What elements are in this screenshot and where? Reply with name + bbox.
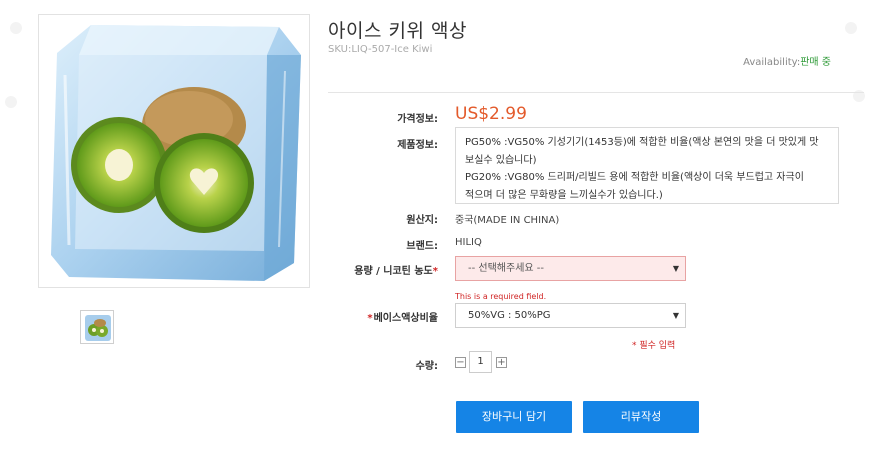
base-ratio-select[interactable]: 50%VG : 50%PG ▼ — [455, 303, 686, 328]
required-field-note: * 필수 입력 — [632, 341, 676, 351]
header-divider — [328, 92, 864, 93]
description-line: PG20% :VG80% 드리퍼/리빌드 용에 적합한 비율(액상이 더욱 부드… — [465, 172, 804, 183]
product-sku: SKU:LIQ-507-Ice Kiwi — [328, 44, 433, 55]
origin-value: 중국(MADE IN CHINA) — [455, 215, 560, 226]
add-to-cart-button[interactable]: 장바구니 담기 — [456, 401, 572, 433]
volume-error-message: This is a required field. — [455, 292, 547, 301]
description-line: 적으며 더 많은 무화량을 느끼실수가 있습니다.) — [465, 189, 663, 201]
product-thumbnail[interactable] — [80, 310, 114, 344]
quantity-increase-button[interactable]: + — [496, 357, 507, 368]
dropdown-arrow-icon: ▼ — [672, 264, 679, 273]
write-review-button[interactable]: 리뷰작성 — [583, 401, 699, 433]
origin-label: 원산지: — [406, 215, 438, 226]
availability-value: 판매 중 — [800, 57, 831, 68]
availability-label: Availability: — [743, 57, 801, 68]
ice-kiwi-illustration — [51, 25, 301, 281]
volume-nicotine-select[interactable]: -- 선택해주세요 -- ▼ — [455, 256, 686, 281]
volume-select-placeholder: -- 선택해주세요 -- — [468, 263, 544, 274]
base-ratio-selected: 50%VG : 50%PG — [468, 310, 551, 321]
background-dot — [10, 22, 22, 34]
product-title: 아이스 키위 액상 — [328, 20, 467, 42]
availability: Availability:판매 중 — [743, 53, 831, 68]
description-line: 보실수 있습니다) — [465, 154, 537, 166]
description-box: PG50% :VG50% 기성기기(1453등)에 적합한 비율(액상 본연의 … — [455, 127, 839, 204]
price-value: US$2.99 — [455, 104, 527, 124]
brand-label: 브랜드: — [406, 241, 438, 252]
product-main-image[interactable] — [38, 14, 310, 288]
required-asterisk: * — [367, 313, 373, 324]
brand-value: HILIQ — [455, 237, 482, 248]
volume-label-text: 용량 / 니코틴 농도 — [354, 266, 433, 277]
dropdown-arrow-icon: ▼ — [672, 311, 679, 320]
required-asterisk: * — [432, 266, 438, 277]
price-label: 가격정보: — [397, 114, 438, 125]
quantity-decrease-button[interactable]: − — [455, 357, 466, 368]
thumbnail-image — [85, 315, 111, 341]
background-dot — [845, 22, 857, 34]
base-ratio-label-text: 베이스액상비율 — [373, 313, 438, 324]
volume-nicotine-label: 용량 / 니코틴 농도* — [333, 262, 438, 277]
quantity-label: 수량: — [415, 361, 438, 372]
background-dot — [5, 96, 17, 108]
description-line: PG50% :VG50% 기성기기(1453등)에 적합한 비율(액상 본연의 … — [465, 137, 819, 148]
description-label: 제품정보: — [397, 140, 438, 151]
quantity-input[interactable]: 1 — [469, 351, 492, 373]
base-ratio-label: *베이스액상비율 — [333, 309, 438, 324]
